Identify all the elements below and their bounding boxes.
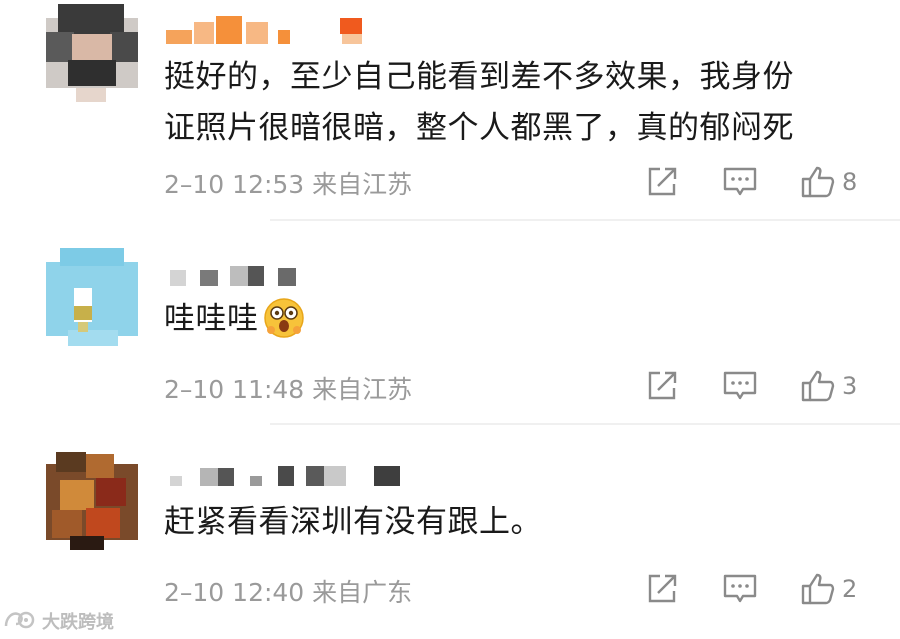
watermark: 大跌跨境 [2, 606, 114, 636]
username-redacted[interactable] [166, 462, 406, 490]
share-button[interactable] [646, 567, 678, 611]
comment-meta: 2–10 11:48 来自江苏 [164, 370, 412, 406]
comment-text: 挺好的，至少自己能看到差不多效果，我身份 证照片很暗很暗，整个人都黑了，真的郁闷… [164, 59, 794, 146]
thumbs-up-icon [801, 166, 835, 198]
watermark-logo-icon [4, 611, 35, 629]
comment-location: 来自江苏 [312, 375, 413, 404]
share-icon [648, 371, 677, 400]
like-count: 3 [842, 372, 858, 400]
avatar[interactable] [46, 248, 138, 346]
comment-meta: 2–10 12:53 来自江苏 [164, 165, 412, 201]
thumbs-up-icon [801, 573, 835, 605]
comment-text: 赶紧看看深圳有没有跟上。 [164, 504, 542, 540]
comment-location: 来自广东 [312, 578, 413, 607]
share-button[interactable] [646, 364, 678, 408]
comment-time: 11:48 [232, 375, 305, 404]
like-count: 2 [842, 575, 858, 603]
comment-actions: 8 [640, 160, 880, 204]
comment-location: 来自江苏 [312, 170, 413, 199]
reply-button[interactable] [722, 160, 758, 204]
comment-icon [723, 167, 757, 196]
comment-time: 12:40 [232, 578, 305, 607]
comment-meta: 2–10 12:40 来自广东 [164, 573, 412, 609]
share-icon [648, 574, 677, 603]
watermark-text: 大跌跨境 [42, 612, 114, 633]
username-redacted[interactable] [166, 262, 406, 290]
like-count: 8 [842, 168, 858, 196]
like-button[interactable]: 2 [800, 567, 857, 611]
comment-actions: 3 [640, 364, 880, 408]
comment-icon [723, 574, 757, 603]
share-button[interactable] [646, 160, 678, 204]
comment-icon [723, 371, 757, 400]
comment-time: 12:53 [232, 170, 305, 199]
reply-button[interactable] [722, 567, 758, 611]
username-redacted[interactable] [166, 16, 406, 44]
comment-actions: 2 [640, 567, 880, 611]
divider [270, 423, 900, 425]
comment-text: 哇哇哇 [164, 294, 305, 355]
comment-date: 2–10 [164, 578, 225, 607]
reply-button[interactable] [722, 364, 758, 408]
like-button[interactable]: 8 [800, 160, 857, 204]
avatar[interactable] [46, 452, 138, 550]
share-icon [648, 167, 677, 196]
thumbs-up-icon [801, 370, 835, 402]
comment-date: 2–10 [164, 170, 225, 199]
avatar[interactable] [46, 4, 138, 102]
astonished-face-emoji [263, 297, 305, 355]
comment-date: 2–10 [164, 375, 225, 404]
divider [270, 219, 900, 221]
like-button[interactable]: 3 [800, 364, 857, 408]
